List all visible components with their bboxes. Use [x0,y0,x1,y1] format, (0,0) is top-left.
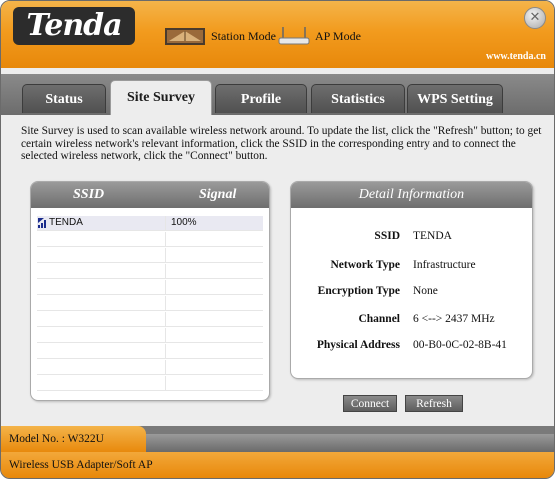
ap-mode-label: AP Mode [315,28,361,43]
tab-statistics[interactable]: Statistics [311,84,405,113]
site-survey-description: Site Survey is used to scan available wi… [21,125,542,162]
connect-button[interactable]: Connect [343,395,397,412]
station-mode-option[interactable]: Station Mode [163,25,276,47]
empty-row [37,280,263,295]
ssid-column-header: SSID [73,187,105,202]
header: Tenda Station Mode AP Mode ✕ www.tenda.c… [1,1,554,68]
ssid-label: SSID [374,230,400,242]
encryption-type-label: Encryption Type [317,285,400,297]
router-icon [278,27,310,45]
model-bar [146,434,554,452]
network-row[interactable]: TENDA 100% [37,216,263,231]
empty-row [37,248,263,263]
ssid-list-panel: SSID Signal TENDA 100% [30,181,270,401]
signal-icon [38,218,46,228]
model-number: Model No. : W322U [1,426,146,452]
channel-label: Channel [358,313,400,325]
empty-row [37,312,263,327]
station-mode-label: Station Mode [211,28,276,43]
empty-row [37,344,263,359]
empty-row [37,360,263,375]
close-icon[interactable]: ✕ [524,7,546,29]
tab-site-survey[interactable]: Site Survey [110,80,212,115]
empty-row [37,328,263,343]
network-type-value: Infrastructure [413,259,476,271]
product-name: Wireless USB Adapter/Soft AP [1,452,554,478]
app-window: Tenda Station Mode AP Mode ✕ www.tenda.c… [0,0,555,479]
channel-value: 6 <--> 2437 MHz [413,313,495,325]
website-link[interactable]: www.tenda.cn [486,51,546,62]
tab-status[interactable]: Status [22,84,106,113]
station-mode-icon [165,28,205,45]
ssid-value: TENDA [413,230,452,242]
detail-information-panel: Detail Information SSID TENDA Network Ty… [290,181,533,379]
ap-mode-option[interactable]: AP Mode [277,25,361,47]
empty-row [37,296,263,311]
network-type-label: Network Type [330,259,400,271]
footer: Model No. : W322U Wireless USB Adapter/S… [1,426,554,478]
encryption-type-value: None [413,285,438,297]
tab-bar: Status Site Survey Profile Statistics WP… [1,68,554,115]
network-signal: 100% [171,217,197,228]
network-ssid: TENDA [49,217,83,228]
physical-address-value: 00-B0-0C-02-8B-41 [413,339,507,351]
physical-address-label: Physical Address [316,339,400,351]
empty-row [37,232,263,247]
detail-information-title: Detail Information [291,182,532,208]
tab-profile[interactable]: Profile [215,84,307,113]
empty-row [37,264,263,279]
refresh-button[interactable]: Refresh [405,395,463,412]
ssid-list-header: SSID Signal [31,182,269,208]
empty-row [37,376,263,391]
tenda-logo: Tenda [13,7,135,45]
signal-column-header: Signal [199,187,237,202]
tab-wps-setting[interactable]: WPS Setting [407,84,503,113]
